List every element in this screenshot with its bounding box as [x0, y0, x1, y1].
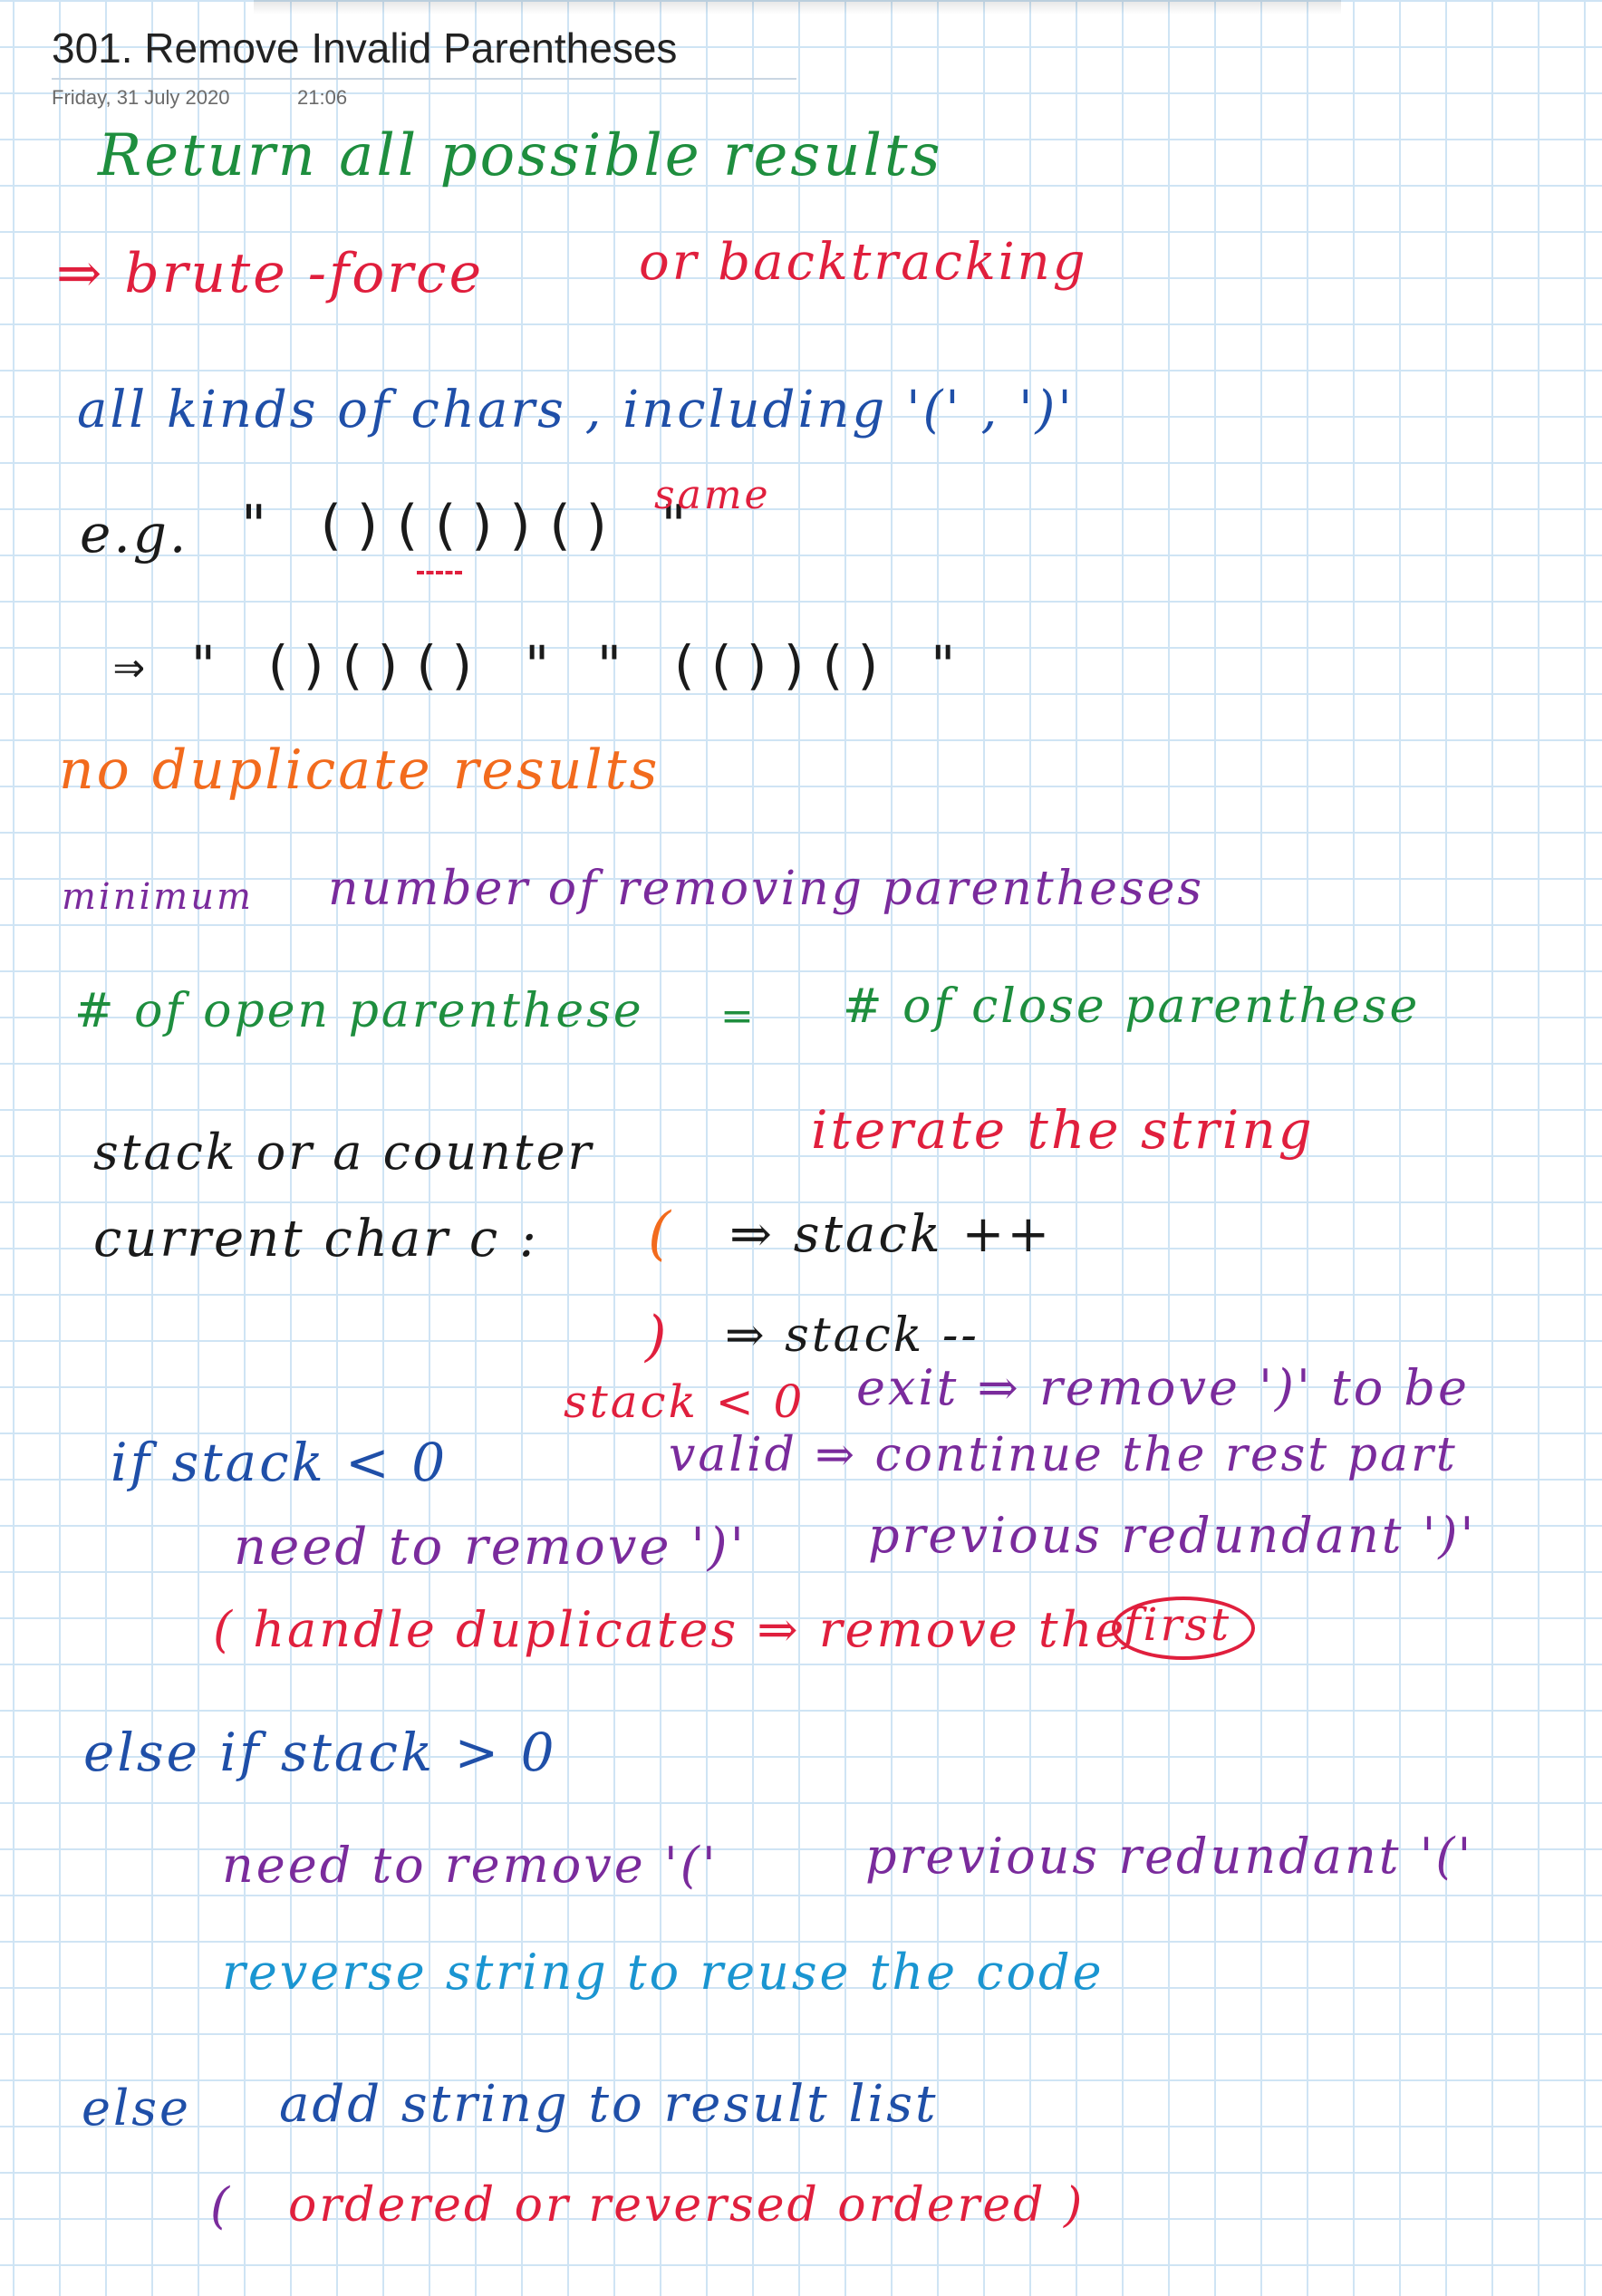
open-paren-symbol: (: [648, 1201, 673, 1268]
line-stack-increment: ⇒ stack ++: [729, 1205, 1053, 1264]
line-eg-string: " ()(())() ": [237, 494, 696, 557]
line-close-parenthese: # of close parenthese: [843, 979, 1421, 1034]
line-all-kinds-of-chars: all kinds of chars , including '(' , ')': [77, 381, 1075, 439]
line-handle-duplicates: ( handle duplicates ⇒ remove the: [213, 1601, 1127, 1658]
line-need-remove-close: need to remove ')': [234, 1518, 747, 1577]
line-return-all-results: Return all possible results: [98, 122, 943, 189]
line-previous-redundant-close: previous redundant ')': [868, 1507, 1477, 1564]
note-date: Friday, 31 July 2020: [52, 86, 230, 109]
line-reverse-string: reverse string to reuse the code: [222, 1944, 1105, 2001]
underline-dashes: [417, 571, 462, 579]
window-top-shadow: [254, 0, 1341, 14]
close-paren-symbol: ): [645, 1305, 670, 1368]
line-result-two: " (())() ": [594, 634, 965, 696]
line-else-if-stack-greater: else if stack > 0: [83, 1722, 557, 1783]
line-eg-label: e.g.: [80, 503, 189, 564]
note-time: 21:06: [297, 86, 348, 109]
line-else: else: [82, 2079, 191, 2137]
line-exit-remove: exit ⇒ remove ')' to be: [856, 1359, 1470, 1416]
line-backtracking: or backtracking: [639, 233, 1088, 292]
line-stack-decrement: ⇒ stack --: [725, 1308, 980, 1363]
line-previous-redundant-open: previous redundant '(': [865, 1828, 1474, 1885]
line-number-of-removing: number of removing parentheses: [328, 862, 1205, 916]
line-equals: =: [720, 993, 757, 1039]
open-paren-note: (: [210, 2177, 233, 2234]
line-iterate-string: iterate the string: [811, 1099, 1315, 1161]
line-stack-or-counter: stack or a counter: [93, 1124, 594, 1181]
title-divider: [52, 78, 796, 80]
line-need-remove-open: need to remove '(': [222, 1837, 719, 1894]
line-if-stack-less-zero: if stack < 0: [111, 1432, 449, 1493]
line-open-parenthese: # of open parenthese: [74, 984, 644, 1038]
line-brute-force: ⇒ brute -force: [56, 242, 485, 305]
line-current-char: current char c :: [93, 1210, 539, 1269]
line-minimum: minimum: [62, 876, 254, 918]
line-valid-continue: valid ⇒ continue the rest part: [669, 1428, 1458, 1482]
line-result-one: ⇒ " ()()() ": [113, 634, 559, 696]
line-add-string-result: add string to result list: [279, 2075, 939, 2134]
line-no-duplicate-results: no duplicate results: [59, 738, 661, 802]
page-title: 301. Remove Invalid Parentheses: [52, 24, 678, 72]
highlight-circle: [1112, 1597, 1255, 1660]
line-stack-less-than-zero: stack < 0: [564, 1375, 806, 1428]
line-ordered-or-reversed: ordered or reversed ordered ): [288, 2178, 1086, 2233]
annotation-same: same: [654, 472, 771, 518]
